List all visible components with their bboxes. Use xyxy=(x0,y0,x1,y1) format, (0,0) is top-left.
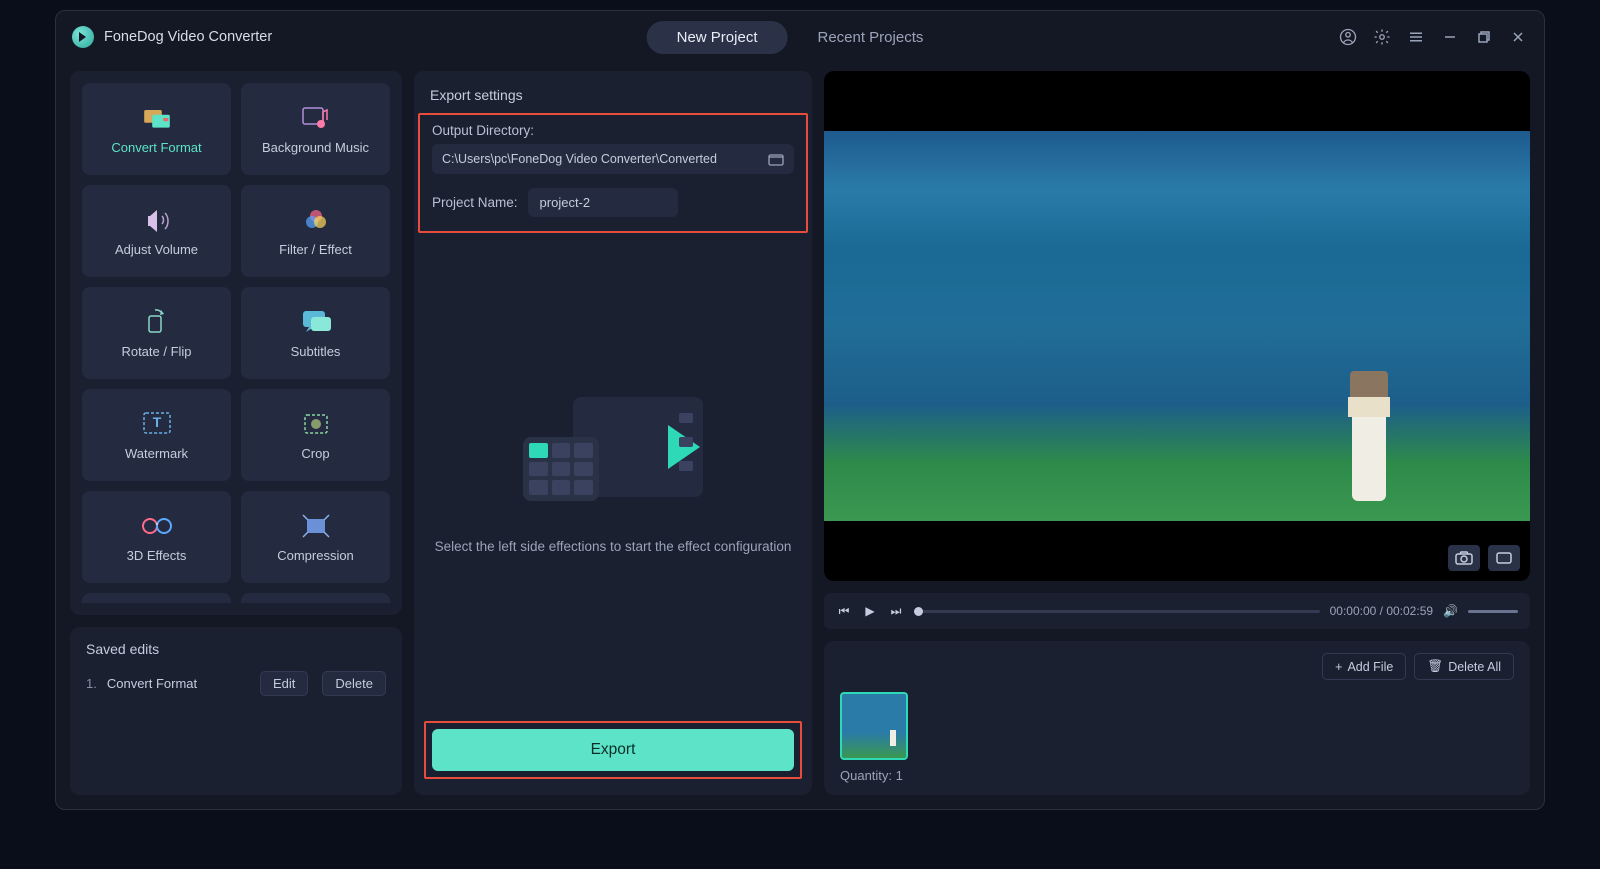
tab-new-project[interactable]: New Project xyxy=(647,21,788,54)
output-directory-label: Output Directory: xyxy=(432,123,794,138)
tool-extra-2[interactable] xyxy=(241,593,390,603)
tool-compression[interactable]: Compression xyxy=(241,491,390,583)
plus-icon: + xyxy=(1335,660,1342,674)
maximize-icon[interactable] xyxy=(1474,27,1494,47)
preview-overlay-controls xyxy=(1448,545,1520,571)
rotate-icon xyxy=(141,308,173,336)
tool-crop[interactable]: Crop xyxy=(241,389,390,481)
progress-bar[interactable] xyxy=(914,610,1320,613)
svg-text:T: T xyxy=(152,414,161,430)
preview-image xyxy=(824,71,1530,581)
gear-icon[interactable] xyxy=(1372,27,1392,47)
quantity-display: Quantity: 1 xyxy=(840,768,1514,783)
tabs: New Project Recent Projects xyxy=(647,21,954,54)
app-logo-icon xyxy=(72,26,94,48)
tool-label: Compression xyxy=(277,548,354,563)
output-directory-input[interactable]: C:\Users\pc\FoneDog Video Converter\Conv… xyxy=(432,144,794,174)
tool-label: Watermark xyxy=(125,446,188,461)
tool-label: Convert Format xyxy=(111,140,201,155)
file-actions: +Add File 🗑Delete All xyxy=(840,653,1514,680)
time-display: 00:00:00 / 00:02:59 xyxy=(1330,604,1433,618)
saved-edit-number: 1. xyxy=(86,676,97,691)
account-icon[interactable] xyxy=(1338,27,1358,47)
image-icon xyxy=(300,599,332,603)
tool-label: Adjust Volume xyxy=(115,242,198,257)
tool-label: Filter / Effect xyxy=(279,242,352,257)
main: Convert Format Background Music Adjust V… xyxy=(56,63,1544,809)
edit-icon xyxy=(141,599,173,603)
project-name-input[interactable] xyxy=(528,188,678,217)
3d-icon xyxy=(141,512,173,540)
close-icon[interactable] xyxy=(1508,27,1528,47)
project-name-label: Project Name: xyxy=(432,195,518,210)
saved-edits-title: Saved edits xyxy=(86,641,386,657)
fullscreen-icon[interactable] xyxy=(1488,545,1520,571)
delete-all-button[interactable]: 🗑Delete All xyxy=(1414,653,1514,680)
trash-icon: 🗑 xyxy=(1427,659,1443,674)
watermark-icon: T xyxy=(141,410,173,438)
tool-3d-effects[interactable]: 3D Effects xyxy=(82,491,231,583)
subtitles-icon xyxy=(300,308,332,336)
titlebar: FoneDog Video Converter New Project Rece… xyxy=(56,11,1544,63)
placeholder-text: Select the left side effections to start… xyxy=(435,537,792,557)
export-panel: Export settings Output Directory: C:\Use… xyxy=(414,71,812,795)
tool-label: Crop xyxy=(301,446,329,461)
tool-label: 3D Effects xyxy=(127,548,187,563)
tool-label: Subtitles xyxy=(291,344,341,359)
video-preview[interactable] xyxy=(824,71,1530,581)
export-settings-highlight: Output Directory: C:\Users\pc\FoneDog Vi… xyxy=(418,113,808,233)
output-directory-value: C:\Users\pc\FoneDog Video Converter\Conv… xyxy=(442,152,768,166)
tool-background-music[interactable]: Background Music xyxy=(241,83,390,175)
file-thumbnail[interactable] xyxy=(840,692,908,760)
tool-rotate-flip[interactable]: Rotate / Flip xyxy=(82,287,231,379)
volume-icon[interactable]: 🔊 xyxy=(1443,604,1458,618)
volume-icon xyxy=(141,206,173,234)
tools-panel: Convert Format Background Music Adjust V… xyxy=(70,71,402,615)
tool-subtitles[interactable]: Subtitles xyxy=(241,287,390,379)
saved-edits-panel: Saved edits 1. Convert Format Edit Delet… xyxy=(70,627,402,795)
play-icon[interactable]: ▶ xyxy=(862,604,878,618)
tool-extra-1[interactable] xyxy=(82,593,231,603)
tool-convert-format[interactable]: Convert Format xyxy=(82,83,231,175)
skip-forward-icon[interactable]: ⏭ xyxy=(888,604,904,619)
add-file-button[interactable]: +Add File xyxy=(1322,653,1406,680)
tool-label: Rotate / Flip xyxy=(121,344,191,359)
app-window: FoneDog Video Converter New Project Rece… xyxy=(55,10,1545,810)
crop-icon xyxy=(300,410,332,438)
delete-button[interactable]: Delete xyxy=(322,671,386,696)
window-controls xyxy=(1338,27,1528,47)
tab-recent-projects[interactable]: Recent Projects xyxy=(787,21,953,54)
project-name-row: Project Name: xyxy=(432,188,794,217)
export-button-highlight: Export xyxy=(424,721,802,779)
placeholder-illustration xyxy=(523,397,703,517)
file-panel: +Add File 🗑Delete All Quantity: 1 xyxy=(824,641,1530,795)
saved-edit-row: 1. Convert Format Edit Delete xyxy=(86,671,386,696)
thumbnails xyxy=(840,692,1514,760)
menu-icon[interactable] xyxy=(1406,27,1426,47)
folder-icon[interactable] xyxy=(768,152,784,166)
saved-edit-name: Convert Format xyxy=(107,676,246,691)
placeholder-area: Select the left side effections to start… xyxy=(414,233,812,721)
skip-back-icon[interactable]: ⏮ xyxy=(836,604,852,619)
logo-wrap: FoneDog Video Converter xyxy=(72,26,272,48)
compression-icon xyxy=(300,512,332,540)
music-icon xyxy=(300,104,332,132)
tool-adjust-volume[interactable]: Adjust Volume xyxy=(82,185,231,277)
filter-icon xyxy=(300,206,332,234)
app-title: FoneDog Video Converter xyxy=(104,29,272,45)
tool-watermark[interactable]: T Watermark xyxy=(82,389,231,481)
export-settings-title: Export settings xyxy=(414,87,812,113)
export-button[interactable]: Export xyxy=(432,729,794,771)
convert-format-icon xyxy=(141,104,173,132)
sidebar: Convert Format Background Music Adjust V… xyxy=(70,71,402,795)
camera-icon[interactable] xyxy=(1448,545,1480,571)
minimize-icon[interactable] xyxy=(1440,27,1460,47)
edit-button[interactable]: Edit xyxy=(260,671,308,696)
player-bar: ⏮ ▶ ⏭ 00:00:00 / 00:02:59 🔊 xyxy=(824,593,1530,629)
tool-label: Background Music xyxy=(262,140,369,155)
tool-filter-effect[interactable]: Filter / Effect xyxy=(241,185,390,277)
volume-slider[interactable] xyxy=(1468,610,1518,613)
right-panel: ⏮ ▶ ⏭ 00:00:00 / 00:02:59 🔊 +Add File 🗑D… xyxy=(824,71,1530,795)
